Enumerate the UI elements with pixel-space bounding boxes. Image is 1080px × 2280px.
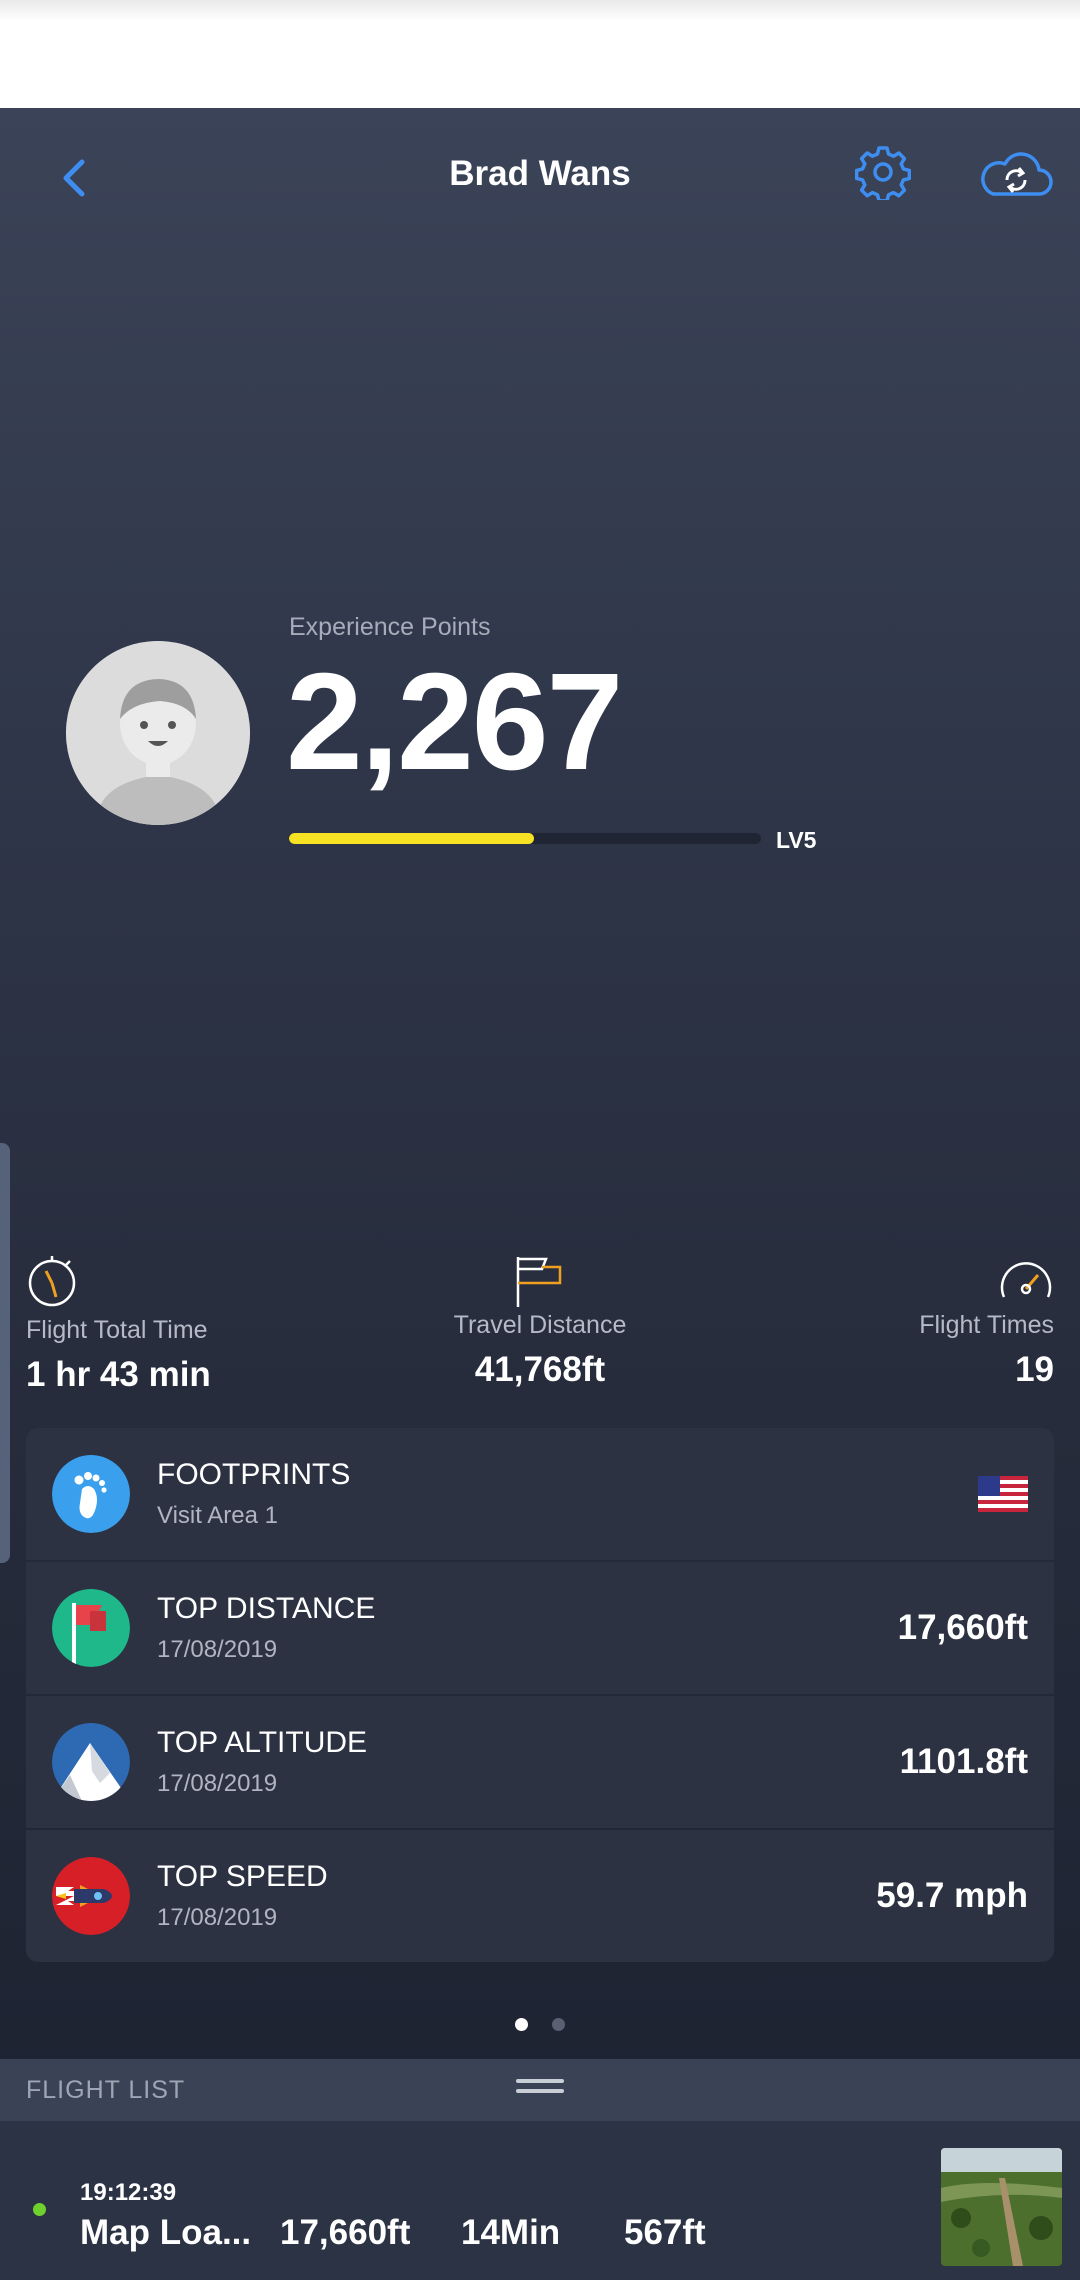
status-dot bbox=[33, 2203, 46, 2216]
xp-label: Experience Points bbox=[289, 613, 491, 641]
xp-progress-fill bbox=[289, 833, 535, 844]
flight-duration: 14Min bbox=[461, 2213, 561, 2252]
flight-distance: 17,660ft bbox=[280, 2213, 411, 2252]
record-value: 59.7 mph bbox=[876, 1876, 1028, 1915]
page-indicator bbox=[0, 2018, 1080, 2036]
stat-label: Flight Times bbox=[919, 1311, 1054, 1339]
page-dot-active[interactable] bbox=[514, 2018, 528, 2031]
record-top-speed[interactable]: TOP SPEED 17/08/2019 59.7 mph bbox=[26, 1830, 1054, 1962]
record-title: TOP DISTANCE bbox=[157, 1592, 376, 1625]
cloud-sync-button[interactable] bbox=[975, 144, 1055, 204]
user-avatar-icon bbox=[66, 641, 250, 825]
flag-icon bbox=[516, 1257, 562, 1307]
stat-value: 1 hr 43 min bbox=[26, 1355, 211, 1394]
avatar[interactable] bbox=[66, 641, 250, 825]
flight-list-item[interactable]: 19:12:39 Map Loa... 17,660ft 14Min 567ft bbox=[0, 2121, 1080, 2280]
record-footprints[interactable]: FOOTPRINTS Visit Area 1 bbox=[26, 1428, 1054, 1560]
flight-time: 19:12:39 bbox=[80, 2179, 177, 2206]
record-subtitle: 17/08/2019 bbox=[157, 1770, 278, 1797]
record-value: 17,660ft bbox=[897, 1608, 1028, 1647]
stat-value: 41,768ft bbox=[474, 1350, 606, 1389]
stat-label: Flight Total Time bbox=[26, 1316, 208, 1344]
xp-value: 2,267 bbox=[286, 645, 623, 799]
page-title: Brad Wans bbox=[449, 154, 631, 193]
header-bar: Brad Wans bbox=[0, 108, 1080, 243]
stat-travel-distance: Travel Distance 41,768ft bbox=[400, 1253, 680, 1390]
record-subtitle: Visit Area 1 bbox=[157, 1502, 278, 1529]
record-top-distance[interactable]: TOP DISTANCE 17/08/2019 17,660ft bbox=[26, 1562, 1054, 1694]
cloud-sync-icon bbox=[981, 152, 1053, 196]
stat-value: 19 bbox=[1015, 1350, 1054, 1389]
records-card: FOOTPRINTS Visit Area 1 TOP DISTANCE 17/… bbox=[26, 1428, 1054, 1962]
mountain-icon bbox=[52, 1723, 130, 1801]
aerial-photo-image bbox=[941, 2148, 1062, 2266]
side-drawer-handle[interactable] bbox=[0, 1143, 10, 1563]
page-dot[interactable] bbox=[552, 2018, 566, 2031]
speedometer-icon bbox=[1000, 1262, 1052, 1298]
record-title: TOP ALTITUDE bbox=[157, 1726, 368, 1759]
flight-altitude: 567ft bbox=[624, 2213, 706, 2252]
record-subtitle: 17/08/2019 bbox=[157, 1636, 278, 1663]
record-subtitle: 17/08/2019 bbox=[157, 1904, 278, 1931]
stopwatch-icon bbox=[28, 1256, 76, 1307]
stat-flight-times: Flight Times 19 bbox=[919, 1253, 1054, 1390]
record-top-altitude[interactable]: TOP ALTITUDE 17/08/2019 1101.8ft bbox=[26, 1696, 1054, 1828]
red-flag-icon bbox=[52, 1589, 130, 1667]
record-title: TOP SPEED bbox=[157, 1860, 328, 1893]
stat-label: Travel Distance bbox=[453, 1311, 627, 1339]
footprint-icon bbox=[52, 1455, 130, 1533]
status-area bbox=[0, 0, 1080, 108]
rocket-icon bbox=[52, 1857, 130, 1935]
us-flag-icon bbox=[978, 1476, 1028, 1512]
flight-thumbnail[interactable] bbox=[941, 2148, 1062, 2266]
profile-screen: Brad Wans Experience Points 2,267 LV5 Fl… bbox=[0, 108, 1080, 2280]
drag-handle-icon[interactable] bbox=[516, 2079, 564, 2099]
xp-progress-bar bbox=[289, 833, 761, 844]
flight-list-header[interactable]: FLIGHT LIST bbox=[0, 2059, 1080, 2121]
stat-flight-total-time: Flight Total Time 1 hr 43 min bbox=[26, 1253, 211, 1395]
gear-icon bbox=[854, 146, 912, 203]
record-value: 1101.8ft bbox=[899, 1742, 1028, 1781]
level-badge: LV5 bbox=[776, 827, 817, 853]
settings-button[interactable] bbox=[854, 144, 912, 203]
flight-location: Map Loa... bbox=[80, 2213, 252, 2252]
flight-list-title: FLIGHT LIST bbox=[26, 2076, 186, 2104]
record-title: FOOTPRINTS bbox=[157, 1458, 351, 1491]
